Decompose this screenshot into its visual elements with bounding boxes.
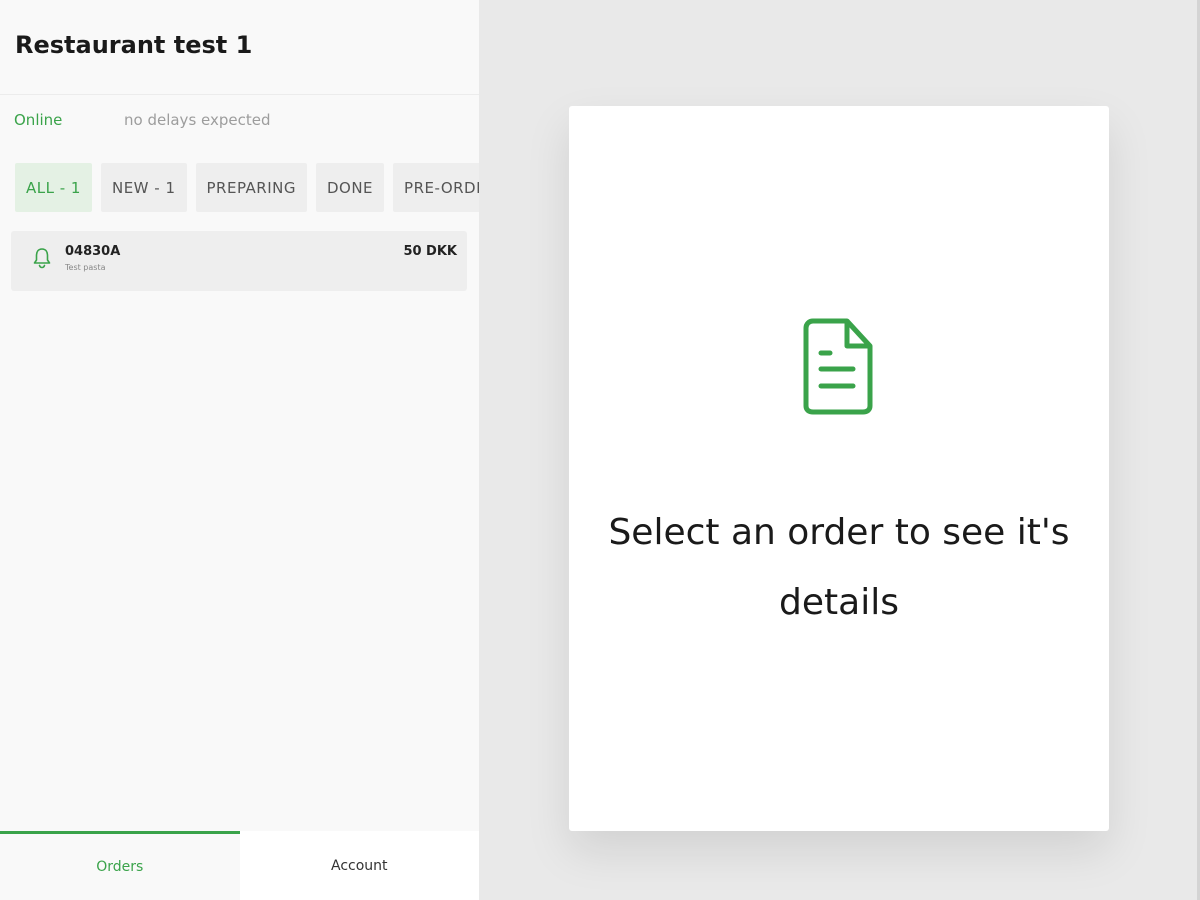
empty-state-message: Select an order to see it's details: [608, 512, 1070, 623]
tab-all[interactable]: ALL - 1: [15, 163, 92, 212]
order-id: 04830A: [65, 244, 121, 259]
tab-pre-order[interactable]: PRE-ORDE: [393, 163, 479, 212]
restaurant-title: Restaurant test 1: [15, 31, 253, 59]
orders-panel: Restaurant test 1 Online no delays expec…: [0, 0, 479, 900]
order-items-summary: Test pasta: [65, 263, 106, 272]
status-online[interactable]: Online: [14, 111, 124, 129]
order-detail-area: Select an order to see it's details: [479, 0, 1200, 900]
panel-header: Restaurant test 1: [0, 0, 479, 95]
tab-new[interactable]: NEW - 1: [100, 163, 187, 212]
bell-icon: [33, 247, 51, 269]
order-detail-card: Select an order to see it's details: [569, 106, 1109, 831]
status-row: Online no delays expected: [0, 95, 479, 145]
app-root: Restaurant test 1 Online no delays expec…: [0, 0, 1200, 900]
order-list-item[interactable]: 04830A Test pasta 50 DKK: [11, 231, 467, 291]
tab-done[interactable]: DONE: [315, 163, 385, 212]
bottom-navigation: Orders Account: [0, 831, 479, 900]
document-icon: [803, 318, 875, 416]
nav-orders[interactable]: Orders: [0, 831, 240, 900]
order-filter-tabs: ALL - 1 NEW - 1 PREPARING DONE PRE-ORDE: [15, 163, 479, 212]
tab-preparing[interactable]: PREPARING: [195, 163, 307, 212]
order-price: 50 DKK: [403, 244, 457, 259]
nav-account[interactable]: Account: [239, 831, 479, 900]
delay-status: no delays expected: [124, 111, 271, 129]
